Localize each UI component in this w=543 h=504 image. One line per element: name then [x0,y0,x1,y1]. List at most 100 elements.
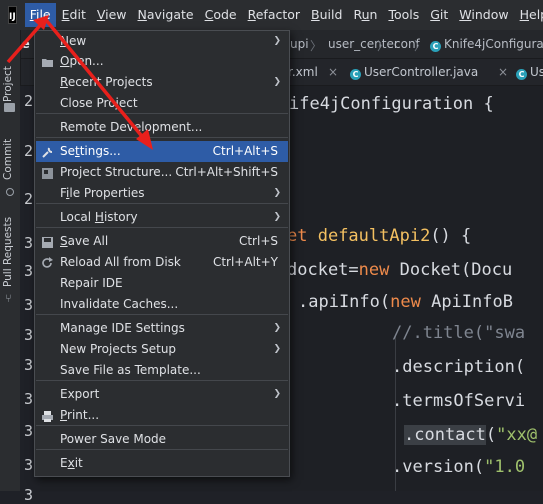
menu-item-print[interactable]: Print... [36,405,288,426]
menu-item-label: Manage IDE Settings [60,321,185,335]
breadcrumb-class[interactable]: C Knife4jConfigurati [430,37,543,52]
tool-commit[interactable]: Commit [2,139,14,180]
close-icon[interactable]: × [498,65,508,79]
folder-icon [41,55,54,68]
menu-item-shortcut: Ctrl+Alt+Y [212,255,278,269]
menu-item-shortcut: Ctrl+S [238,234,278,248]
menu-item-new-projects-setup[interactable]: New Projects Setup ❯ [36,339,288,360]
code-token: "xx@ [496,425,538,445]
menu-item-exit[interactable]: Exit [36,453,288,474]
menu-item-label: Remote Development... [60,120,203,134]
menu-item-project-structure[interactable]: Project Structure... Ctrl+Alt+Shift+S [36,162,288,183]
menu-item-label: Power Save Mode [60,432,167,446]
menu-item-recent-projects[interactable]: Recent Projects ❯ [36,72,288,93]
code-token: docket= [287,260,359,280]
code-token: new [358,260,400,280]
line-number: 3 [24,326,34,344]
menu-item-label: Export [60,387,100,401]
code-line: .termsOfServi [392,391,525,411]
menu-item-save-all[interactable]: Save All Ctrl+S [36,231,288,252]
file-menu-dropdown: New ❯ Open... Recent Projects ❯ Close Project… [34,30,290,477]
menu-item-label: Repair IDE [60,276,123,290]
code-token: () { [430,226,472,246]
code-token: .description( [392,357,526,377]
menu-item-remote-development[interactable]: Remote Development... [36,117,288,138]
code-token: ApiInfoB [431,292,513,312]
save-icon [41,235,54,248]
menu-item-label: Recent Projects [60,75,153,89]
menu-git[interactable]: Git [425,3,453,27]
line-number: 3 [24,296,34,314]
menu-window[interactable]: Window [454,3,513,27]
chevron-right-icon: ❯ [273,36,281,46]
menu-code[interactable]: Code [200,3,242,27]
menu-help[interactable]: Help [515,3,543,27]
menu-item-label: New [60,34,87,48]
chevron-right-icon: ❯ [273,212,281,222]
menu-item-power-save-mode[interactable]: Power Save Mode [36,429,288,450]
menu-item-label: New Projects Setup [60,342,177,356]
menu-item-save-file-as-template[interactable]: Save File as Template... [36,360,288,381]
menu-file[interactable]: File [24,3,56,27]
menu-item-repair-ide[interactable]: Repair IDE [36,273,288,294]
menu-refactor[interactable]: Refactor [243,3,305,27]
menu-run[interactable]: Run [348,3,382,27]
tool-pull-requests[interactable]: Pull Requests [2,217,14,287]
code-token: defaultApi2 [317,226,431,246]
tab-label: Use [530,65,543,79]
menu-item-manage-ide-settings[interactable]: Manage IDE Settings ❯ [36,318,288,339]
class-icon: C [430,41,441,52]
menu-item-close-project[interactable]: Close Project [36,93,288,114]
code-token: .termsOfServi [392,391,526,411]
menu-item-export[interactable]: Export ❯ [36,384,288,405]
menu-view[interactable]: View [92,3,132,27]
tab-user[interactable]: CUse [516,65,543,80]
app-logo-icon[interactable]: IJ [8,6,17,24]
code-line: .version("1.0 [392,457,525,477]
menu-item-reload-all-from-disk[interactable]: Reload All from Disk Ctrl+Alt+Y [36,252,288,273]
menu-item-label: Print... [60,408,100,422]
menu-item-settings[interactable]: Settings... Ctrl+Alt+S [36,141,288,162]
code-line: et defaultApi2() { [287,226,471,246]
menu-item-invalidate-caches[interactable]: Invalidate Caches... [36,294,288,315]
menu-build[interactable]: Build [306,3,347,27]
menu-navigate[interactable]: Navigate [133,3,199,27]
breadcrumb-item[interactable]: upi [290,37,309,51]
folder-icon[interactable] [4,103,15,112]
menu-item-label: Local History [60,210,138,224]
code-line: .contact("xx@ [404,425,537,445]
commit-icon[interactable] [3,185,15,197]
reload-icon [41,256,54,269]
menu-item-local-history[interactable]: Local History ❯ [36,207,288,228]
menu-item-label: Save All [60,234,109,248]
menu-item-label: Settings... [60,144,121,158]
menu-item-file-properties[interactable]: File Properties ❯ [36,183,288,204]
chevron-right-icon: ❯ [273,188,281,198]
line-number: 3 [24,262,34,280]
menu-item-label: Invalidate Caches... [60,297,179,311]
project-structure-icon [41,166,54,179]
left-tool-strip: Project Commit ⑂ Pull Requests [0,30,21,491]
menu-item-new[interactable]: New ❯ [36,31,288,52]
code-line: ife4jConfiguration { [289,94,494,114]
tab-xml[interactable]: r.xml [288,65,318,79]
menu-item-open[interactable]: Open... [36,51,288,72]
print-icon [41,409,54,422]
pull-requests-icon[interactable]: ⑂ [5,292,12,305]
chevron-right-icon: ❯ [273,344,281,354]
class-icon: C [350,69,361,80]
menu-item-label: Reload All from Disk [60,255,181,269]
close-icon[interactable]: × [328,65,338,79]
code-line: .description( [392,357,525,377]
menu-tools[interactable]: Tools [383,3,424,27]
class-icon: C [516,69,527,80]
code-token: new [390,292,432,312]
line-number: 3 [24,486,34,504]
menu-edit[interactable]: Edit [57,3,91,27]
tab-usercontroller[interactable]: C UserController.java [350,65,478,80]
code-token: et [287,226,318,246]
code-line: //.title("swa [392,323,525,343]
breadcrumb-class-label: Knife4jConfigurati [444,37,543,51]
line-number: 3 [24,234,34,252]
tool-project[interactable]: Project [2,66,14,102]
